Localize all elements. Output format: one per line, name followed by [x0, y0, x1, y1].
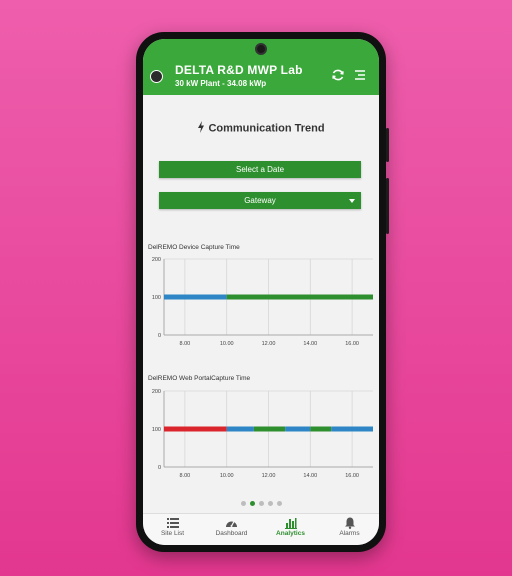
nav-label-site-list: Site List	[160, 530, 185, 537]
site-status-indicator[interactable]	[150, 70, 163, 83]
chevron-down-icon	[349, 199, 355, 203]
chart-2-title: DelREMO Web PortalCapture Time	[148, 375, 251, 382]
volume-button	[386, 128, 389, 162]
x-tick-label: 14.00	[303, 341, 317, 347]
gauge-icon	[226, 521, 237, 527]
phone-frame: DELTA R&D MWP Lab 30 kW Plant - 34.08 kW…	[136, 32, 389, 552]
power-button	[386, 178, 389, 234]
select-date-button[interactable]: Select a Date	[159, 161, 361, 178]
y-tick-label: 100	[152, 295, 161, 301]
menu-icon[interactable]	[352, 67, 368, 83]
nav-alarms[interactable]: Alarms	[320, 514, 379, 545]
bell-icon	[344, 517, 355, 529]
plant-info: 30 kW Plant - 34.08 kWp	[175, 79, 267, 88]
x-tick-label: 8.00	[180, 473, 191, 479]
y-tick-label: 0	[158, 333, 161, 339]
y-tick-label: 200	[152, 257, 161, 263]
x-tick-label: 16.00	[345, 341, 359, 347]
front-camera	[255, 43, 267, 55]
x-tick-label: 12.00	[262, 473, 276, 479]
page-dot[interactable]	[240, 501, 246, 506]
list-icon	[166, 518, 179, 528]
page-dot[interactable]	[276, 501, 282, 506]
x-tick-label: 16.00	[345, 473, 359, 479]
gateway-dropdown[interactable]: Gateway	[159, 192, 361, 209]
page-title: Communication Trend	[143, 121, 379, 136]
nav-label-analytics: Analytics	[276, 530, 305, 537]
x-tick-label: 12.00	[262, 341, 276, 347]
page-dot[interactable]	[258, 501, 264, 506]
nav-dashboard[interactable]: Dashboard	[202, 514, 261, 545]
select-date-label: Select a Date	[235, 165, 285, 174]
web-portal-capture-chart: 200 100 0 8.00 10.00 12.00 14.00 16.00	[152, 389, 373, 479]
nav-analytics[interactable]: Analytics	[261, 514, 320, 545]
x-tick-label: 10.00	[220, 341, 234, 347]
bar-chart-icon	[284, 518, 297, 529]
x-tick-label: 14.00	[303, 473, 317, 479]
app-screen: DELTA R&D MWP Lab 30 kW Plant - 34.08 kW…	[143, 39, 379, 545]
nav-site-list[interactable]: Site List	[143, 514, 202, 545]
device-capture-chart: 200 100 0 8.00 10.00 12.00 14.00 16.00	[152, 257, 373, 347]
page-indicator	[143, 493, 379, 511]
gateway-label: Gateway	[244, 196, 276, 205]
refresh-icon[interactable]	[330, 67, 346, 83]
site-name: DELTA R&D MWP Lab	[175, 63, 303, 77]
chart-1-title: DelREMO Device Capture Time	[148, 244, 240, 251]
y-tick-label: 0	[158, 465, 161, 471]
page-dot[interactable]	[267, 501, 273, 506]
y-tick-label: 100	[152, 427, 161, 433]
bottom-navigation: Site List Dashboard Analytics Alarms	[143, 513, 379, 545]
page-title-text: Communication Trend	[208, 122, 325, 135]
lightning-icon	[197, 121, 205, 136]
page-dot[interactable]	[249, 501, 255, 506]
y-tick-label: 200	[152, 389, 161, 395]
x-tick-label: 8.00	[180, 341, 191, 347]
x-tick-label: 10.00	[220, 473, 234, 479]
nav-label-dashboard: Dashboard	[215, 530, 248, 537]
nav-label-alarms: Alarms	[339, 530, 360, 537]
